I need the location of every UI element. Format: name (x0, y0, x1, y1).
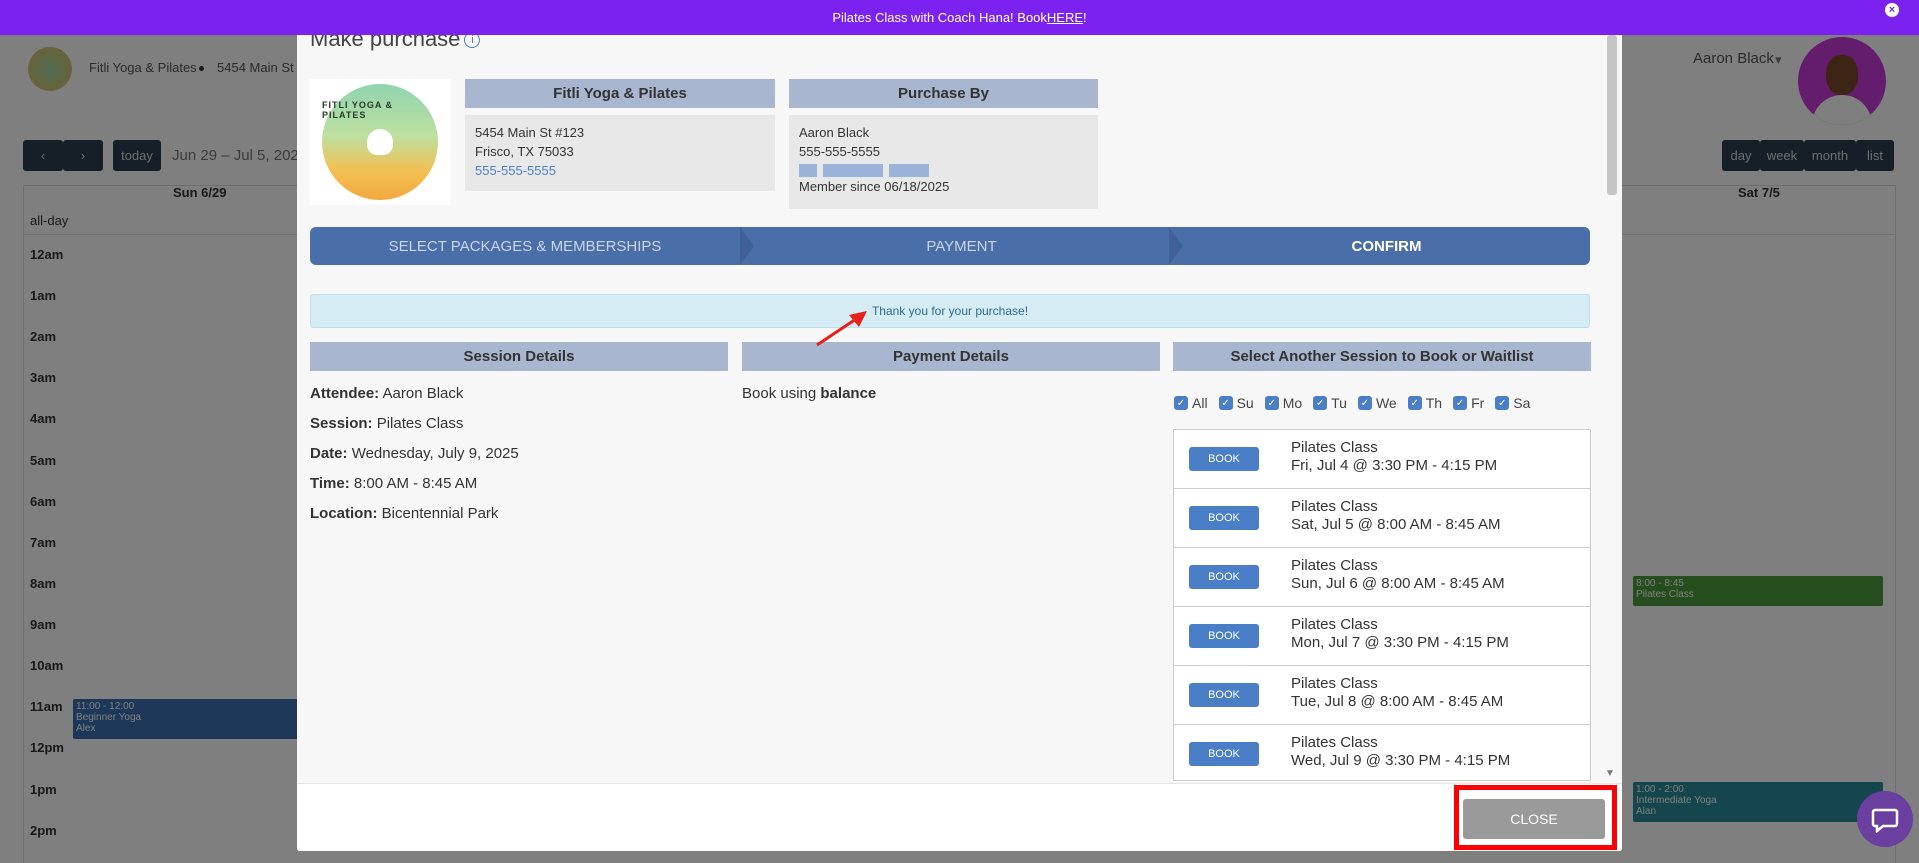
attendee-row: Attendee: Aaron Black (310, 385, 464, 402)
gym-phone-link[interactable]: 555-555-5555 (475, 161, 765, 180)
session-name: Pilates Class (1291, 439, 1378, 456)
list-item: BOOK Pilates Class Wed, Jul 9 @ 3:30 PM … (1174, 725, 1590, 780)
book-button[interactable]: BOOK (1189, 506, 1259, 530)
annotation-arrow-icon (816, 311, 867, 347)
session-name: Pilates Class (1291, 616, 1378, 633)
list-item: BOOK Pilates Class Tue, Jul 8 @ 8:00 AM … (1174, 666, 1590, 725)
redacted-email (799, 163, 1088, 177)
session-time: Mon, Jul 7 @ 3:30 PM - 4:15 PM (1291, 634, 1509, 651)
session-time: Fri, Jul 4 @ 3:30 PM - 4:15 PM (1291, 457, 1498, 474)
modal-scrollbar[interactable] (1607, 35, 1617, 195)
promo-banner: Pilates Class with Coach Hana! Book HERE… (0, 0, 1919, 35)
checkbox-checked-icon: ✓ (1174, 396, 1188, 410)
day-filter-su[interactable]: ✓ Su (1218, 395, 1254, 411)
buyer-info: Aaron Black 555-555-5555 Member since 06… (789, 115, 1098, 209)
day-filter-sa[interactable]: ✓ Sa (1495, 395, 1530, 411)
purchase-modal: Make purchase i FITLI YOGA & PILATES Fitl… (297, 0, 1622, 851)
list-item: BOOK Pilates Class Sun, Jul 6 @ 8:00 AM … (1174, 548, 1590, 607)
session-details-header: Session Details (310, 342, 728, 371)
session-time: Sat, Jul 5 @ 8:00 AM - 8:45 AM (1291, 516, 1501, 533)
banner-text: Pilates Class with Coach Hana! Book (832, 10, 1047, 25)
book-button[interactable]: BOOK (1189, 447, 1259, 471)
modal-footer (297, 783, 1622, 851)
purchase-by-header: Purchase By (789, 79, 1098, 108)
session-row: Session: Pilates Class (310, 415, 464, 432)
location-row: Location: Bicentennial Park (310, 505, 499, 522)
close-icon[interactable]: × (1885, 3, 1899, 17)
another-session-header: Select Another Session to Book or Waitli… (1173, 342, 1591, 371)
gym-logo: FITLI YOGA & PILATES (322, 84, 438, 200)
checkbox-checked-icon: ✓ (1313, 396, 1328, 410)
book-button[interactable]: BOOK (1189, 565, 1259, 589)
session-name: Pilates Class (1291, 734, 1378, 751)
book-button[interactable]: BOOK (1189, 742, 1259, 766)
time-row: Time: 8:00 AM - 8:45 AM (310, 475, 478, 492)
book-button[interactable]: BOOK (1189, 683, 1259, 707)
checkbox-checked-icon: ✓ (1495, 396, 1510, 410)
checkbox-checked-icon: ✓ (1264, 396, 1279, 410)
chat-icon (1871, 808, 1899, 833)
checkout-steps: SELECT PACKAGES & MEMBERSHIPS PAYMENT CO… (310, 227, 1590, 265)
list-item: BOOK Pilates Class Sat, Jul 5 @ 8:00 AM … (1174, 489, 1590, 548)
meditation-figure-icon (367, 129, 393, 155)
gym-logo-box: FITLI YOGA & PILATES (310, 79, 450, 205)
gym-info-header: Fitli Yoga & Pilates (465, 79, 775, 108)
checkbox-checked-icon: ✓ (1407, 396, 1422, 410)
step-payment: PAYMENT (926, 237, 997, 255)
book-button[interactable]: BOOK (1189, 624, 1259, 648)
day-filter-tu[interactable]: ✓ Tu (1313, 395, 1347, 411)
session-time: Wed, Jul 9 @ 3:30 PM - 4:15 PM (1291, 752, 1511, 769)
session-time: Tue, Jul 8 @ 8:00 AM - 8:45 AM (1291, 693, 1504, 710)
day-filter-all[interactable]: ✓ All (1174, 395, 1208, 411)
list-item: BOOK Pilates Class Mon, Jul 7 @ 3:30 PM … (1174, 607, 1590, 666)
banner-link[interactable]: HERE (1047, 10, 1083, 25)
step-confirm: CONFIRM (1351, 237, 1422, 255)
payment-details-header: Payment Details (742, 342, 1160, 371)
gym-info: 5454 Main St #123 Frisco, TX 75033 555-5… (465, 115, 775, 191)
payment-method: Book using balance (742, 385, 877, 402)
thank-you-message: Thank you for your purchase! (310, 294, 1590, 328)
session-list[interactable]: BOOK Pilates Class Fri, Jul 4 @ 3:30 PM … (1173, 429, 1591, 781)
close-button[interactable]: CLOSE (1463, 799, 1605, 839)
scroll-down-icon[interactable]: ▼ (1605, 768, 1615, 779)
day-filter: ✓ All ✓ Su ✓ Mo ✓ Tu ✓ We ✓ Th ✓ Fr ✓ Sa (1174, 395, 1541, 411)
session-name: Pilates Class (1291, 675, 1378, 692)
day-filter-fr[interactable]: ✓ Fr (1453, 395, 1484, 411)
step-select-packages: SELECT PACKAGES & MEMBERSHIPS (388, 237, 662, 255)
session-name: Pilates Class (1291, 498, 1378, 515)
day-filter-we[interactable]: ✓ We (1357, 395, 1397, 411)
day-filter-mo[interactable]: ✓ Mo (1264, 395, 1302, 411)
session-time: Sun, Jul 6 @ 8:00 AM - 8:45 AM (1291, 575, 1505, 592)
date-row: Date: Wednesday, July 9, 2025 (310, 445, 519, 462)
checkbox-checked-icon: ✓ (1218, 396, 1233, 410)
chat-button[interactable] (1857, 791, 1913, 847)
checkbox-checked-icon: ✓ (1453, 396, 1468, 410)
list-item: BOOK Pilates Class Fri, Jul 4 @ 3:30 PM … (1174, 430, 1590, 489)
day-filter-th[interactable]: ✓ Th (1407, 395, 1442, 411)
checkbox-checked-icon: ✓ (1357, 396, 1372, 410)
session-name: Pilates Class (1291, 557, 1378, 574)
